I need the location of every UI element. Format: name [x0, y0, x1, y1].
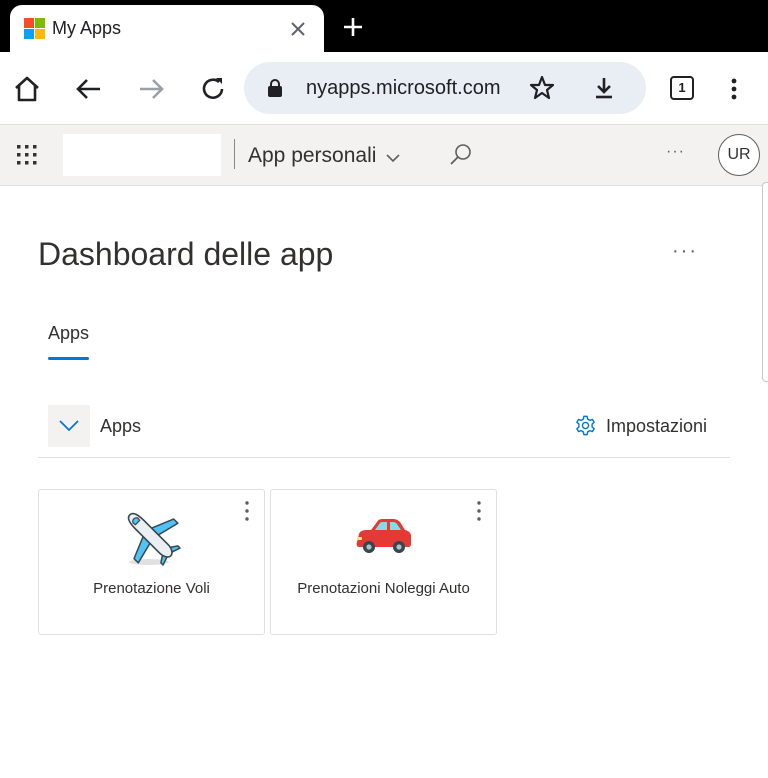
kebab-icon[interactable]	[722, 74, 746, 104]
url-text[interactable]: nyapps.microsoft.com	[306, 77, 528, 100]
tab-switcher-button[interactable]: 1	[670, 76, 694, 100]
address-bar[interactable]: nyapps.microsoft.com	[244, 62, 646, 114]
arrow-right-icon[interactable]	[136, 74, 166, 104]
page-more-button[interactable]: ···	[672, 240, 698, 263]
settings-label: Impostazioni	[606, 416, 708, 436]
home-icon[interactable]	[12, 74, 42, 104]
close-icon[interactable]	[286, 17, 310, 41]
gear-icon	[576, 415, 595, 436]
tile-more-icon[interactable]	[476, 500, 482, 522]
app-tile-label: Prenotazione Voli	[93, 580, 210, 597]
download-icon[interactable]	[590, 74, 618, 102]
header-more-button[interactable]: ···	[666, 143, 685, 161]
section-label: Apps	[100, 416, 142, 436]
waffle-icon[interactable]	[16, 144, 38, 166]
active-tab-indicator	[48, 357, 89, 360]
browser-toolbar: nyapps.microsoft.com 1	[0, 52, 768, 125]
organization-logo	[63, 134, 221, 176]
app-tile-label: Prenotazioni Noleggi Auto	[297, 580, 470, 597]
star-icon[interactable]	[528, 74, 556, 102]
tile-more-icon[interactable]	[244, 500, 250, 522]
microsoft-logo-icon	[24, 18, 45, 39]
app-header: App personali ··· UR	[0, 125, 768, 186]
page-title: Dashboard delle app	[38, 236, 334, 272]
collapse-section-button[interactable]	[48, 405, 90, 447]
app-collection-title[interactable]: App personali	[248, 144, 376, 168]
car-icon	[356, 519, 411, 553]
section-divider	[38, 457, 730, 458]
avatar[interactable]: UR	[718, 134, 760, 176]
tab-title: My Apps	[52, 18, 122, 38]
lock-icon	[268, 79, 282, 97]
arrow-left-icon[interactable]	[74, 74, 104, 104]
chevron-down-icon[interactable]	[384, 149, 402, 167]
tab-apps[interactable]: Apps	[48, 323, 89, 344]
airplane-icon	[127, 512, 181, 566]
plus-icon[interactable]	[340, 14, 366, 40]
app-tile-car-rental[interactable]: Prenotazioni Noleggi Auto	[270, 489, 497, 635]
chevron-down-icon	[59, 420, 79, 432]
header-divider	[234, 139, 235, 169]
app-tile-flight-booking[interactable]: Prenotazione Voli	[38, 489, 265, 635]
scrollbar[interactable]	[762, 182, 768, 382]
reload-icon[interactable]	[198, 74, 228, 104]
search-icon[interactable]	[448, 142, 474, 168]
browser-tab[interactable]: My Apps	[10, 5, 324, 52]
browser-tab-strip: My Apps	[0, 0, 768, 52]
